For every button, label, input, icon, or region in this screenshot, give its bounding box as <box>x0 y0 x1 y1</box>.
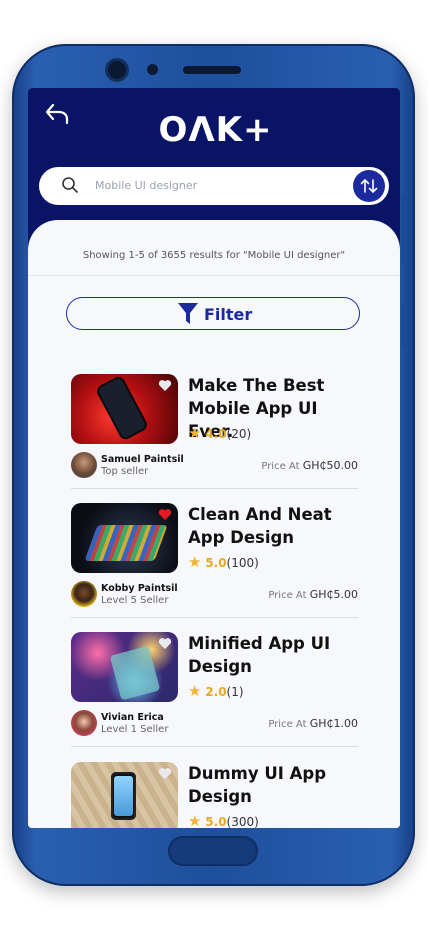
seller-level: Level 1 Seller <box>101 724 169 735</box>
listing-price: Price At GH₵1.00 <box>268 717 358 730</box>
heart-icon[interactable] <box>158 508 172 521</box>
star-icon: ★ <box>188 682 202 700</box>
search-input[interactable]: Mobile UI designer <box>95 179 197 192</box>
listing-price: Price At GH₵50.00 <box>261 459 358 472</box>
heart-icon[interactable] <box>158 767 172 780</box>
avatar[interactable] <box>71 581 97 607</box>
listing-title[interactable]: Minified App UI Design <box>188 632 363 678</box>
seller-name[interactable]: Samuel Paintsil <box>101 454 184 465</box>
divider <box>71 746 358 747</box>
front-camera <box>108 61 126 79</box>
results-count: Showing 1-5 of 3655 results for "Mobile … <box>82 250 346 261</box>
phone-image <box>97 377 147 439</box>
star-icon: ★ <box>188 812 202 828</box>
search-icon <box>62 177 78 193</box>
home-button[interactable] <box>168 836 258 866</box>
avatar[interactable] <box>71 452 97 478</box>
listing-thumbnail[interactable] <box>71 503 178 573</box>
listing-rating: ★ 5.0(300) <box>188 812 259 828</box>
divider <box>28 275 400 276</box>
listing-title[interactable]: Clean And Neat App Design <box>188 503 363 549</box>
phone-image <box>111 772 136 820</box>
listing-card[interactable]: Dummy UI App Design ★ 5.0(300) <box>71 762 358 828</box>
listing-card[interactable]: Make The Best Mobile App UI Ever. ★ 4.0(… <box>71 374 358 500</box>
search-bar[interactable]: Mobile UI designer <box>39 167 389 205</box>
app-screen: OΛK+ Mobile UI designer Showing 1-5 of 3… <box>28 88 400 828</box>
divider <box>71 617 358 618</box>
star-icon: ★ <box>188 553 202 571</box>
listing-thumbnail[interactable] <box>71 374 178 444</box>
divider <box>71 488 358 489</box>
heart-icon[interactable] <box>158 637 172 650</box>
earpiece-speaker <box>183 66 241 74</box>
sort-icon <box>360 179 378 193</box>
results-panel: Showing 1-5 of 3655 results for "Mobile … <box>28 220 400 828</box>
listing-title[interactable]: Dummy UI App Design <box>188 762 363 808</box>
filter-icon <box>178 303 198 324</box>
avatar[interactable] <box>71 710 97 736</box>
star-icon: ★ <box>188 424 202 442</box>
filter-button[interactable]: Filter <box>66 297 360 330</box>
seller-level: Top seller <box>101 466 149 477</box>
phone-image <box>109 645 161 701</box>
listing-rating: ★ 4.0(20) <box>188 424 252 442</box>
listing-price: Price At GH₵5.00 <box>268 588 358 601</box>
listing-thumbnail[interactable] <box>71 762 178 828</box>
sort-button[interactable] <box>353 170 385 202</box>
volume-button <box>402 194 406 264</box>
listing-thumbnail[interactable] <box>71 632 178 702</box>
sensor <box>147 64 158 75</box>
back-icon[interactable] <box>44 102 70 126</box>
phone-image <box>84 525 168 561</box>
listing-rating: ★ 2.0(1) <box>188 682 244 700</box>
filter-label: Filter <box>204 305 253 324</box>
power-button <box>402 304 406 349</box>
app-logo: OΛK+ <box>158 110 273 150</box>
listing-card[interactable]: Minified App UI Design ★ 2.0(1) Vivian E… <box>71 632 358 758</box>
heart-icon[interactable] <box>158 379 172 392</box>
seller-level: Level 5 Seller <box>101 595 169 606</box>
listing-card[interactable]: Clean And Neat App Design ★ 5.0(100) Kob… <box>71 503 358 629</box>
seller-name[interactable]: Vivian Erica <box>101 712 164 723</box>
seller-name[interactable]: Kobby Paintsil <box>101 583 178 594</box>
listing-rating: ★ 5.0(100) <box>188 553 259 571</box>
